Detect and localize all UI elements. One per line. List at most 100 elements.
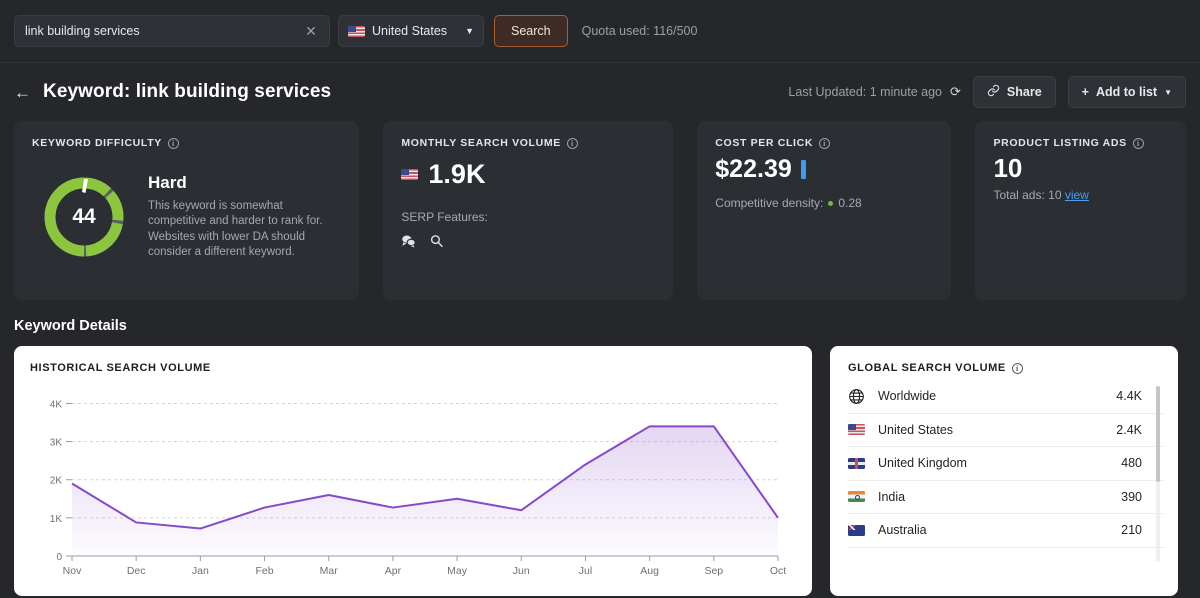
x-axis-label: Aug bbox=[640, 565, 659, 577]
flag-au-icon bbox=[848, 525, 865, 536]
competitive-density-value: 0.28 bbox=[838, 196, 861, 210]
info-icon[interactable]: i bbox=[168, 138, 179, 149]
x-axis-label: Feb bbox=[255, 565, 273, 577]
geo-name: India bbox=[878, 490, 1108, 504]
info-icon[interactable]: i bbox=[819, 138, 830, 149]
country-select[interactable]: United States ▼ bbox=[338, 15, 484, 47]
x-axis-label: Jul bbox=[579, 565, 592, 577]
y-axis-label: 3K bbox=[50, 438, 63, 449]
geo-value: 390 bbox=[1121, 490, 1142, 504]
geo-row[interactable]: Worldwide 4.4K bbox=[848, 380, 1164, 414]
add-to-list-button[interactable]: + Add to list ▼ bbox=[1068, 76, 1186, 108]
globe-icon bbox=[848, 388, 865, 405]
monthly-search-volume-card: MONTHLY SEARCH VOLUME i 1.9K SERP Featur… bbox=[383, 121, 673, 300]
geo-value: 480 bbox=[1121, 456, 1142, 470]
quota-used-label: Quota used: 116/500 bbox=[582, 24, 698, 38]
y-axis-label: 0 bbox=[56, 552, 62, 563]
add-to-list-label: Add to list bbox=[1096, 85, 1157, 99]
global-search-volume-panel: GLOBAL SEARCH VOLUME i Worldwide4.4KUnit… bbox=[830, 346, 1178, 596]
competitive-density-label: Competitive density: bbox=[715, 196, 823, 210]
view-ads-link[interactable]: view bbox=[1065, 188, 1089, 202]
cost-per-click-card: COST PER CLICK i $22.39 Competitive dens… bbox=[697, 121, 951, 300]
x-axis-label: May bbox=[447, 565, 468, 577]
info-icon[interactable]: i bbox=[1012, 363, 1023, 374]
competitive-density: Competitive density: 0.28 bbox=[715, 196, 933, 210]
link-icon bbox=[987, 84, 1000, 100]
geo-list-scrollbar[interactable] bbox=[1156, 386, 1160, 562]
last-updated-text: Last Updated: 1 minute ago bbox=[788, 85, 942, 99]
details-panels: HISTORICAL SEARCH VOLUME 0 1K 2K 3K 4K Nov Dec… bbox=[0, 346, 1200, 596]
x-axis-label: Mar bbox=[320, 565, 339, 577]
chart-title: HISTORICAL SEARCH VOLUME bbox=[30, 362, 796, 374]
chevron-down-icon: ▼ bbox=[465, 26, 474, 36]
share-button[interactable]: Share bbox=[973, 76, 1056, 108]
x-axis-label: Jan bbox=[192, 565, 209, 577]
x-axis-label: Dec bbox=[127, 565, 146, 577]
geo-value: 4.4K bbox=[1116, 389, 1142, 403]
header-actions: Last Updated: 1 minute ago ⟳ Share + Add… bbox=[788, 76, 1186, 108]
chart-area-fill bbox=[72, 426, 778, 556]
geo-list-scroll-thumb[interactable] bbox=[1156, 386, 1160, 482]
y-axis-label: 1K bbox=[50, 514, 63, 525]
total-ads-text: Total ads: 10 bbox=[993, 188, 1061, 202]
historical-search-volume-chart: 0 1K 2K 3K 4K Nov Dec Jan Feb Mar Apr May Jun Jul Aug S… bbox=[30, 378, 796, 588]
monthly-search-volume-value: 1.9K bbox=[428, 159, 485, 190]
cost-per-click-label: COST PER CLICK i bbox=[715, 137, 933, 149]
back-arrow-icon[interactable]: ← bbox=[14, 84, 31, 101]
keyword-difficulty-verdict: Hard bbox=[148, 173, 341, 193]
flag-uk-icon bbox=[848, 458, 865, 469]
serp-features-icons bbox=[401, 234, 655, 253]
refresh-icon[interactable]: ⟳ bbox=[950, 84, 961, 100]
global-search-volume-list: Worldwide4.4KUnited States2.4KUnited Kin… bbox=[848, 380, 1164, 548]
y-axis-label: 2K bbox=[50, 476, 63, 487]
product-listing-ads-label: PRODUCT LISTING ADS i bbox=[993, 137, 1168, 149]
x-axis-label: Jun bbox=[513, 565, 530, 577]
flag-us-icon bbox=[348, 26, 365, 37]
last-updated-label: Last Updated: 1 minute ago ⟳ bbox=[788, 84, 960, 100]
x-axis-label: Oct bbox=[770, 565, 786, 577]
product-listing-ads-value: 10 bbox=[993, 153, 1168, 184]
search-icon[interactable] bbox=[429, 234, 444, 253]
section-title: Keyword Details bbox=[0, 300, 1200, 346]
geo-value: 210 bbox=[1121, 523, 1142, 537]
flag-us-icon bbox=[848, 424, 865, 435]
country-select-value: United States bbox=[372, 24, 458, 38]
geo-row[interactable]: India 390 bbox=[848, 481, 1164, 515]
x-axis-label: Nov bbox=[63, 565, 82, 577]
geo-row[interactable]: Australia210 bbox=[848, 514, 1164, 548]
geo-name: Worldwide bbox=[878, 389, 1103, 403]
info-icon[interactable]: i bbox=[1133, 138, 1144, 149]
product-listing-ads-card: PRODUCT LISTING ADS i 10 Total ads: 10 v… bbox=[975, 121, 1186, 300]
comments-icon[interactable] bbox=[401, 234, 417, 253]
geo-row[interactable]: United Kingdom 480 bbox=[848, 447, 1164, 481]
top-search-bar: ✕ United States ▼ Search Quota used: 116… bbox=[0, 0, 1200, 63]
clear-search-icon[interactable]: ✕ bbox=[303, 23, 319, 39]
serp-features-label: SERP Features: bbox=[401, 210, 655, 224]
keyword-difficulty-gauge: 44 bbox=[38, 171, 130, 263]
geo-row[interactable]: United States2.4K bbox=[848, 414, 1164, 448]
plus-icon: + bbox=[1082, 85, 1089, 99]
keyword-difficulty-label: KEYWORD DIFFICULTY i bbox=[32, 137, 341, 149]
keyword-search-field[interactable]: ✕ bbox=[14, 15, 330, 47]
y-axis-label: 4K bbox=[50, 399, 63, 410]
monthly-search-volume-label: MONTHLY SEARCH VOLUME i bbox=[401, 137, 655, 149]
status-dot-icon bbox=[828, 201, 833, 206]
search-input[interactable] bbox=[25, 24, 303, 38]
share-label: Share bbox=[1007, 85, 1042, 99]
chevron-down-icon: ▼ bbox=[1164, 88, 1172, 97]
cpc-indicator-bar bbox=[801, 160, 806, 179]
keyword-difficulty-score: 44 bbox=[38, 171, 130, 263]
keyword-difficulty-description: This keyword is somewhat competitive and… bbox=[148, 199, 341, 260]
page-header: ← Keyword: link building services Last U… bbox=[0, 63, 1200, 121]
flag-us-icon bbox=[401, 169, 418, 180]
historical-search-volume-panel: HISTORICAL SEARCH VOLUME 0 1K 2K 3K 4K Nov Dec… bbox=[14, 346, 812, 596]
metric-cards-row: KEYWORD DIFFICULTY i 44 bbox=[0, 121, 1200, 300]
keyword-difficulty-card: KEYWORD DIFFICULTY i 44 bbox=[14, 121, 359, 300]
x-axis-label: Sep bbox=[704, 565, 723, 577]
x-axis-label: Apr bbox=[385, 565, 402, 577]
search-button[interactable]: Search bbox=[494, 15, 568, 47]
page-title: Keyword: link building services bbox=[43, 81, 331, 103]
info-icon[interactable]: i bbox=[567, 138, 578, 149]
geo-value: 2.4K bbox=[1116, 423, 1142, 437]
geo-name: United Kingdom bbox=[878, 456, 1108, 470]
